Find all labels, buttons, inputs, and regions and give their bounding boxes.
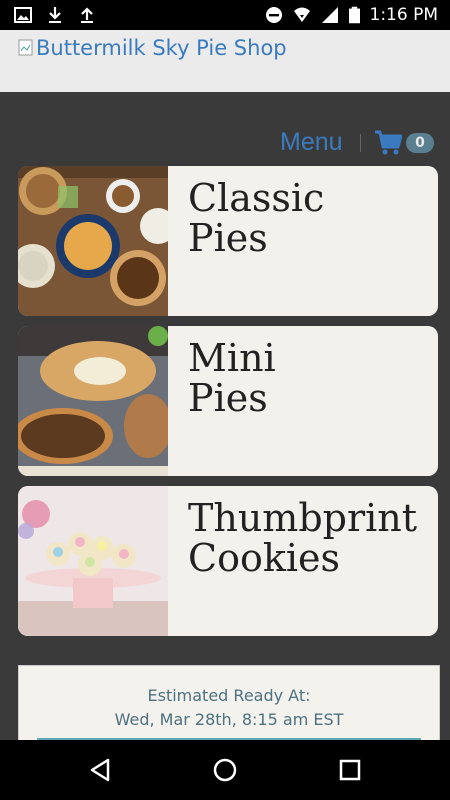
ready-time: Wed, Mar 28th, 8:15 am EST xyxy=(114,710,344,729)
category-card-mini-pies[interactable]: Mini Pies xyxy=(18,326,438,476)
status-bar: 1:16 PM xyxy=(0,0,450,30)
category-card-classic-pies[interactable]: Classic Pies xyxy=(18,166,438,316)
logo-alt-text: Buttermilk Sky Pie Shop xyxy=(36,36,287,60)
signal-icon xyxy=(321,7,338,23)
category-title: Thumbprint Cookies xyxy=(188,496,418,580)
image-icon xyxy=(14,7,32,23)
wifi-icon xyxy=(293,7,310,22)
upload-icon xyxy=(81,7,93,23)
ready-label: Estimated Ready At: xyxy=(147,686,311,705)
menu-link[interactable]: Menu xyxy=(280,128,343,157)
shop-logo-link[interactable]: Buttermilk Sky Pie Shop xyxy=(18,36,287,60)
do-not-disturb-icon xyxy=(265,7,282,23)
cart-count-badge: 0 xyxy=(406,133,434,153)
system-nav-bar xyxy=(0,740,450,800)
download-icon xyxy=(49,7,61,23)
battery-icon xyxy=(348,6,360,24)
site-header: Buttermilk Sky Pie Shop xyxy=(0,30,450,92)
status-time: 1:16 PM xyxy=(369,5,439,25)
cart-icon xyxy=(375,130,402,155)
recents-icon[interactable] xyxy=(336,756,364,784)
category-title: Classic Pies xyxy=(188,176,325,260)
thumbprint-cookies-photo xyxy=(18,486,168,636)
category-card-thumbprint-cookies[interactable]: Thumbprint Cookies xyxy=(18,486,438,636)
classic-pies-photo xyxy=(18,166,168,316)
mini-pies-photo xyxy=(18,326,168,476)
home-icon[interactable] xyxy=(211,756,239,784)
top-nav: Menu 0 xyxy=(0,128,450,160)
category-title: Mini Pies xyxy=(188,336,276,420)
broken-image-icon xyxy=(18,39,33,56)
cart-button[interactable]: 0 xyxy=(374,130,434,156)
back-icon[interactable] xyxy=(86,756,114,784)
nav-divider xyxy=(360,134,361,152)
